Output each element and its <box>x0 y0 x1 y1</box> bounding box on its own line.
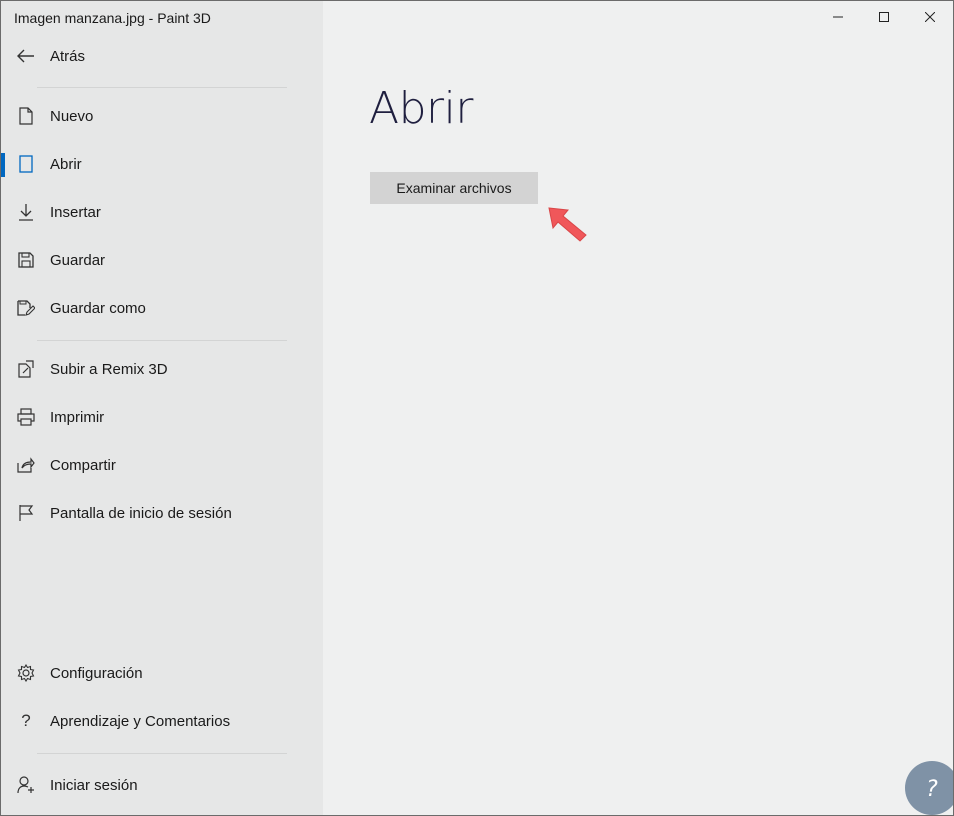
new-file-icon <box>17 107 35 125</box>
sidebar-item-insertar[interactable]: Insertar <box>1 190 323 234</box>
close-icon <box>925 12 935 22</box>
sidebar-item-configuracion[interactable]: Configuración <box>1 651 323 695</box>
sidebar-item-label: Subir a Remix 3D <box>50 360 168 378</box>
gear-icon <box>17 664 35 682</box>
sidebar: Imagen manzana.jpg - Paint 3D Atrás Nuev… <box>1 1 323 815</box>
svg-text:?: ? <box>926 777 938 802</box>
sidebar-item-guardar[interactable]: Guardar <box>1 238 323 282</box>
question-icon: ? <box>21 711 31 730</box>
window-title: Imagen manzana.jpg - Paint 3D <box>14 10 211 26</box>
user-add-icon <box>17 776 35 794</box>
sidebar-item-label: Imprimir <box>50 408 105 426</box>
save-as-icon <box>17 299 35 317</box>
sidebar-item-label: Insertar <box>50 203 101 221</box>
window-controls <box>815 1 953 33</box>
watermark-logo: ? <box>905 761 953 815</box>
divider <box>37 87 287 88</box>
sidebar-item-pantalla-inicio[interactable]: Pantalla de inicio de sesión <box>1 491 323 535</box>
sidebar-item-aprendizaje[interactable]: ? Aprendizaje y Comentarios <box>1 699 323 743</box>
page-title: Abrir <box>369 83 473 134</box>
sidebar-item-label: Guardar como <box>50 299 146 317</box>
share-icon <box>17 456 35 474</box>
back-label: Atrás <box>50 47 86 65</box>
annotation-arrow-icon <box>548 207 587 242</box>
flag-icon <box>17 504 35 522</box>
signin-label: Iniciar sesión <box>50 776 138 794</box>
sidebar-item-compartir[interactable]: Compartir <box>1 443 323 487</box>
maximize-button[interactable] <box>861 1 907 33</box>
signin-button[interactable]: Iniciar sesión <box>1 763 323 807</box>
minimize-button[interactable] <box>815 1 861 33</box>
divider <box>37 753 287 754</box>
open-file-icon <box>17 155 35 173</box>
sidebar-item-label: Abrir <box>50 155 82 173</box>
save-icon <box>17 251 35 269</box>
download-arrow-icon <box>17 203 35 221</box>
sidebar-item-label: Compartir <box>50 456 116 474</box>
browse-files-button[interactable]: Examinar archivos <box>370 172 538 204</box>
print-icon <box>17 408 35 426</box>
maximize-icon <box>879 12 889 22</box>
back-arrow-icon <box>17 47 35 65</box>
sidebar-item-label: Aprendizaje y Comentarios <box>50 712 231 730</box>
sidebar-item-nuevo[interactable]: Nuevo <box>1 94 323 138</box>
divider <box>37 340 287 341</box>
sidebar-item-label: Guardar <box>50 251 106 269</box>
upload-remix-icon <box>17 360 35 378</box>
sidebar-item-label: Pantalla de inicio de sesión <box>50 504 232 522</box>
sidebar-item-label: Configuración <box>50 664 143 682</box>
minimize-icon <box>833 16 843 18</box>
sidebar-item-guardar-como[interactable]: Guardar como <box>1 286 323 330</box>
sidebar-item-subir-remix[interactable]: Subir a Remix 3D <box>1 347 323 391</box>
close-button[interactable] <box>907 1 953 33</box>
back-button[interactable]: Atrás <box>1 34 323 78</box>
sidebar-item-imprimir[interactable]: Imprimir <box>1 395 323 439</box>
sidebar-item-abrir[interactable]: Abrir <box>1 142 323 186</box>
sidebar-item-label: Nuevo <box>50 107 94 125</box>
app-window: Imagen manzana.jpg - Paint 3D Atrás Nuev… <box>0 0 954 816</box>
